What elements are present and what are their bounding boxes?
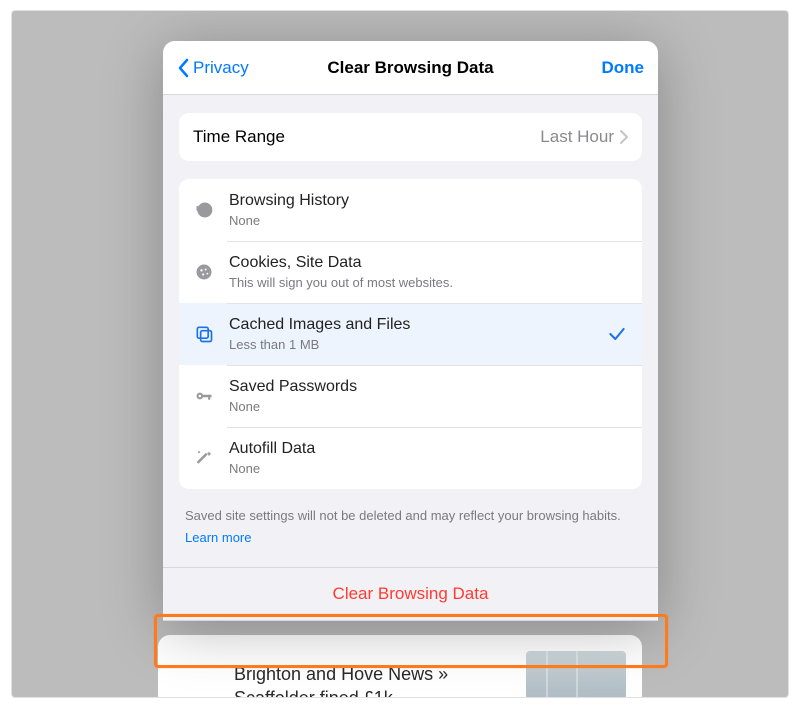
learn-more-link[interactable]: Learn more <box>185 529 636 547</box>
time-range-section: Time Range Last Hour <box>179 113 642 161</box>
option-cached-images[interactable]: Cached Images and Files Less than 1 MB <box>179 303 642 365</box>
clear-browsing-data-button[interactable]: Clear Browsing Data <box>163 567 658 621</box>
background-article-text: Brighton and Hove News » Scaffolder fine… <box>174 662 506 698</box>
footer-note: Saved site settings will not be deleted … <box>185 507 636 547</box>
background-article-line1: Brighton and Hove News » <box>234 664 448 684</box>
time-range-label: Time Range <box>193 127 285 147</box>
background-article-card: Brighton and Hove News » Scaffolder fine… <box>158 635 642 698</box>
key-icon <box>193 385 215 407</box>
option-title: Cookies, Site Data <box>229 253 592 273</box>
option-browsing-history[interactable]: Browsing History None <box>179 179 642 241</box>
option-title: Autofill Data <box>229 439 592 459</box>
option-title: Saved Passwords <box>229 377 592 397</box>
back-button[interactable]: Privacy <box>177 58 249 78</box>
option-subtitle: None <box>229 213 592 229</box>
option-check <box>606 447 628 469</box>
back-label: Privacy <box>193 58 249 78</box>
checkmark-icon <box>606 323 628 345</box>
chevron-right-icon <box>620 130 628 144</box>
clear-browsing-data-sheet: Privacy Clear Browsing Data Done Time Ra… <box>163 41 658 621</box>
done-button[interactable]: Done <box>602 58 645 78</box>
cookie-icon <box>193 261 215 283</box>
wand-icon <box>193 447 215 469</box>
option-check <box>606 385 628 407</box>
option-subtitle: None <box>229 461 592 477</box>
background-article-thumbnail <box>526 651 626 698</box>
image-stack-icon <box>193 323 215 345</box>
option-check <box>606 261 628 283</box>
footer-note-text: Saved site settings will not be deleted … <box>185 508 621 523</box>
option-cookies[interactable]: Cookies, Site Data This will sign you ou… <box>179 241 642 303</box>
option-check <box>606 199 628 221</box>
data-types-section: Browsing History None Cookies, Site Data… <box>179 179 642 489</box>
option-title: Cached Images and Files <box>229 315 592 335</box>
option-title: Browsing History <box>229 191 592 211</box>
option-subtitle: This will sign you out of most websites. <box>229 275 592 291</box>
option-subtitle: Less than 1 MB <box>229 337 592 353</box>
chevron-left-icon <box>177 58 191 78</box>
time-range-value: Last Hour <box>540 127 614 147</box>
nav-bar: Privacy Clear Browsing Data Done <box>163 41 658 95</box>
option-autofill[interactable]: Autofill Data None <box>179 427 642 489</box>
background-article-line2: Scaffolder fined £1k <box>234 688 393 698</box>
option-saved-passwords[interactable]: Saved Passwords None <box>179 365 642 427</box>
time-range-row[interactable]: Time Range Last Hour <box>179 113 642 161</box>
history-icon <box>193 199 215 221</box>
option-subtitle: None <box>229 399 592 415</box>
